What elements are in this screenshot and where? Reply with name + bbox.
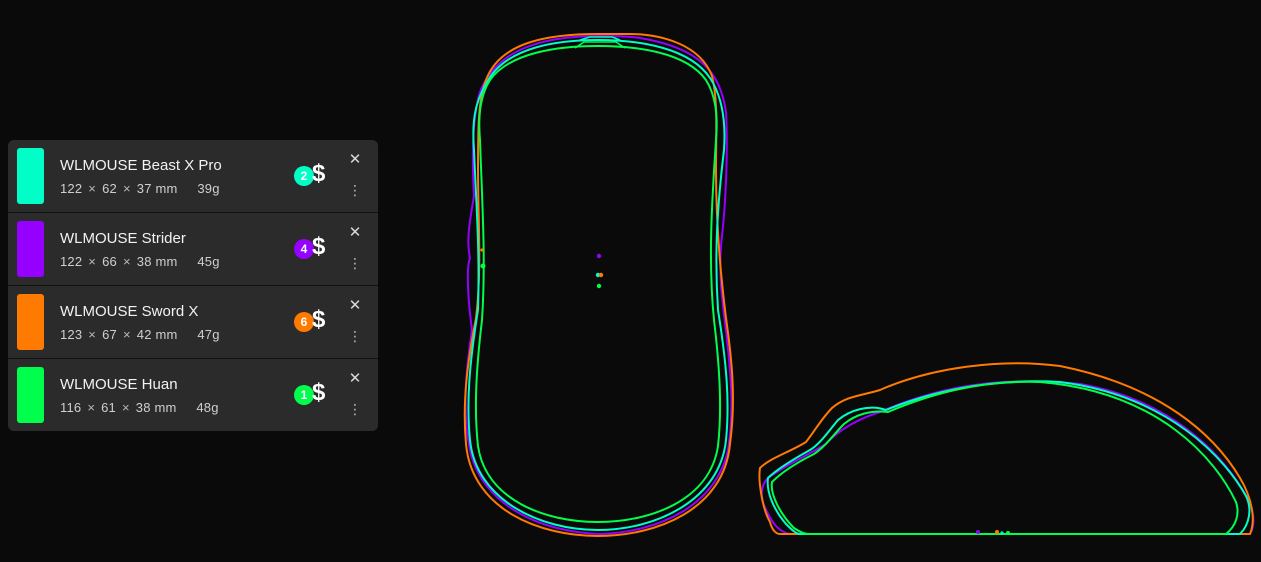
- side-marker-strider: [976, 530, 980, 534]
- side-outline-huan: [770, 380, 1239, 535]
- top-center-marker-sword-x: [598, 272, 604, 278]
- side-outline-sword-x: [758, 362, 1254, 535]
- side-outline-beast-x-pro: [766, 380, 1251, 535]
- side-view-outlines: [758, 362, 1255, 535]
- top-center-marker-strider: [596, 253, 602, 259]
- side-marker-sword-x: [995, 530, 999, 534]
- top-center-marker-huan: [596, 283, 602, 289]
- side-marker-beast-x-pro: [1000, 531, 1004, 535]
- mouse-outline-canvas: [463, 33, 1255, 537]
- center-markers: [480, 248, 1010, 535]
- top-side-marker: [480, 248, 484, 252]
- mouse-comparison-view: WLMOUSE Beast X Pro 122 × 62 × 37 mm 39g 2 $…: [0, 0, 1261, 562]
- top-outline-huan: [474, 45, 722, 523]
- top-side-marker: [480, 263, 486, 269]
- side-marker-huan: [1006, 531, 1010, 535]
